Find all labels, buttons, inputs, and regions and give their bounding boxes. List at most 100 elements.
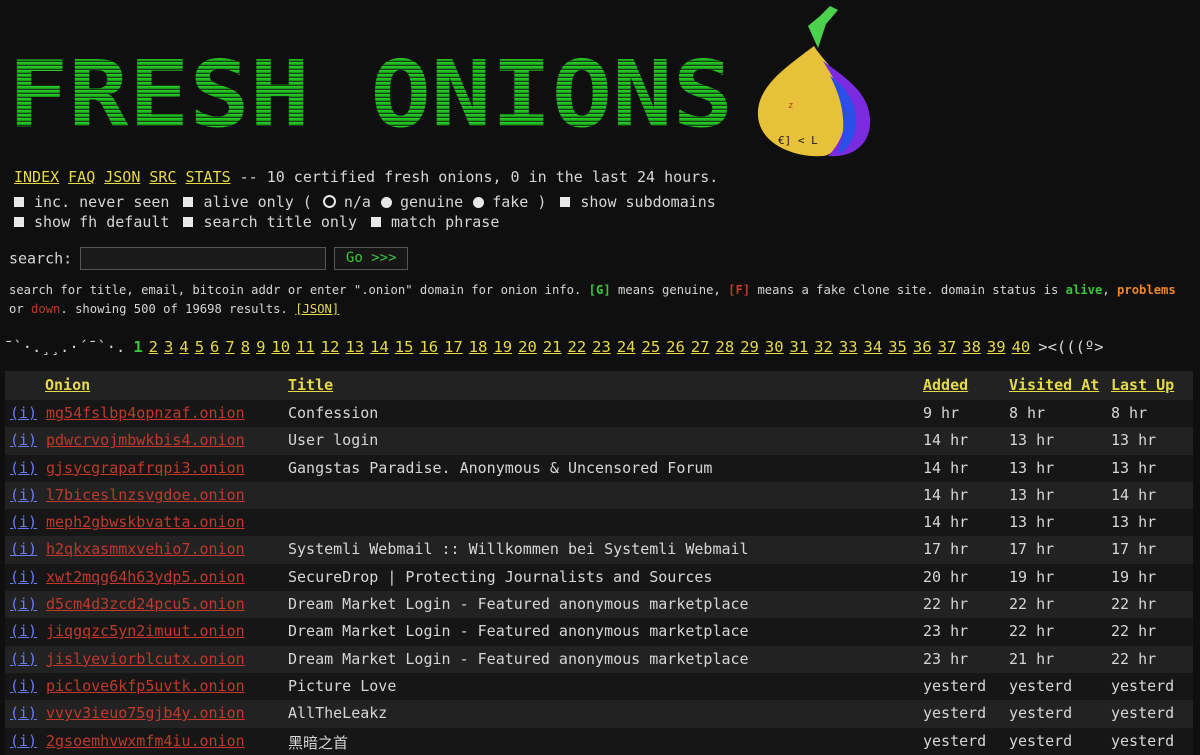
info-link[interactable]: (i) — [10, 513, 37, 531]
page-link[interactable]: 27 — [691, 338, 710, 356]
page-current: 1 — [133, 338, 143, 356]
onion-link[interactable]: pdwcrvojmbwkbis4.onion — [46, 431, 245, 449]
page-link[interactable]: 25 — [642, 338, 661, 356]
page-link[interactable]: 34 — [864, 338, 883, 356]
table-row: (i) gjsycgrapafrqpi3.onion Gangstas Paradi… — [5, 454, 1193, 482]
page-link[interactable]: 22 — [567, 338, 586, 356]
nav-link-json[interactable]: JSON — [104, 168, 140, 186]
page-link[interactable]: 21 — [543, 338, 562, 356]
last-up-time: 22 hr — [1111, 622, 1157, 641]
site-title: Picture Love — [288, 676, 397, 695]
onion-link[interactable]: jiqgqzc5yn2imuut.onion — [46, 622, 245, 640]
sort-added-header[interactable]: Added — [923, 376, 968, 394]
info-link[interactable]: (i) — [10, 595, 37, 613]
nav-link-faq[interactable]: FAQ — [68, 168, 95, 186]
info-link[interactable]: (i) — [10, 622, 37, 640]
page-link[interactable]: 28 — [716, 338, 735, 356]
onion-link[interactable]: mg54fslbp4opnzaf.onion — [46, 404, 245, 422]
site-title: SecureDrop | Protecting Journalists and … — [288, 567, 713, 586]
page-link[interactable]: 23 — [592, 338, 611, 356]
page-link[interactable]: 36 — [913, 338, 932, 356]
page-link[interactable]: 2 — [149, 338, 158, 356]
onion-link[interactable]: gjsycgrapafrqpi3.onion — [46, 459, 245, 477]
page-link[interactable]: 19 — [493, 338, 512, 356]
onion-link[interactable]: piclove6kfp5uvtk.onion — [46, 677, 245, 695]
info-link[interactable]: (i) — [10, 431, 37, 449]
info-link[interactable]: (i) — [10, 540, 37, 558]
info-link[interactable]: (i) — [10, 459, 37, 477]
page-link[interactable]: 33 — [839, 338, 858, 356]
page-link[interactable]: 35 — [888, 338, 907, 356]
onion-icon: €] < L z — [757, 6, 871, 157]
added-time: yesterd — [923, 704, 987, 723]
page-link[interactable]: 24 — [617, 338, 636, 356]
info-link[interactable]: (i) — [10, 486, 37, 504]
search-input[interactable] — [80, 247, 327, 270]
sort-visited-header[interactable]: Visited At — [1009, 376, 1099, 394]
page-link[interactable]: 14 — [370, 338, 389, 356]
page-link[interactable]: 38 — [962, 338, 981, 356]
sort-onion-header[interactable]: Onion — [45, 376, 90, 394]
page-link[interactable]: 37 — [938, 338, 957, 356]
info-link[interactable]: (i) — [10, 704, 37, 722]
show-fh-default-checkbox[interactable] — [14, 217, 24, 227]
table-row: (i) xwt2mqg64h63ydp5.onion SecureDrop | Pr… — [5, 563, 1193, 592]
site-title: Dream Market Login - Featured anonymous … — [288, 595, 749, 614]
nav-link-src[interactable]: SRC — [149, 168, 176, 186]
onion-link[interactable]: l7biceslnzsvgdoe.onion — [46, 486, 245, 504]
page-link[interactable]: 11 — [296, 338, 315, 356]
page-link[interactable]: 32 — [814, 338, 833, 356]
page-link[interactable]: 31 — [790, 338, 809, 356]
onion-link[interactable]: meph2gbwskbvatta.onion — [46, 513, 245, 531]
page-link[interactable]: 17 — [444, 338, 463, 356]
inc-never-seen-checkbox[interactable] — [14, 197, 24, 207]
page-link[interactable]: 16 — [419, 338, 438, 356]
onion-link[interactable]: xwt2mqg64h63ydp5.onion — [46, 568, 245, 586]
onion-link[interactable]: h2qkxasmmxvehio7.onion — [46, 540, 245, 558]
na-radio[interactable] — [322, 195, 336, 208]
page-link[interactable]: 40 — [1012, 338, 1031, 356]
match-phrase-checkbox[interactable] — [371, 217, 381, 227]
page-link[interactable]: 15 — [395, 338, 414, 356]
page-link[interactable]: 29 — [740, 338, 759, 356]
onion-link[interactable]: jislyeviorblcutx.onion — [46, 650, 245, 668]
page-link[interactable]: 3 — [164, 338, 173, 356]
go-button[interactable]: Go >>> — [334, 247, 409, 270]
onion-link[interactable]: d5cm4d3zcd24pcu5.onion — [46, 595, 245, 613]
page-link[interactable]: 39 — [987, 338, 1006, 356]
info-link[interactable]: (i) — [10, 404, 37, 422]
nav-link-stats[interactable]: STATS — [185, 168, 230, 186]
info-link[interactable]: (i) — [10, 650, 37, 668]
search-title-only-checkbox[interactable] — [183, 217, 194, 227]
sort-title-header[interactable]: Title — [288, 376, 333, 394]
sort-lastup-header[interactable]: Last Up — [1111, 376, 1174, 394]
page-link[interactable]: 18 — [469, 338, 488, 356]
genuine-radio[interactable] — [380, 197, 392, 208]
page-link[interactable]: 6 — [210, 338, 219, 356]
visited-time: 13 hr — [1009, 458, 1055, 477]
page-link[interactable]: 12 — [321, 338, 340, 356]
visited-time: yesterd — [1009, 676, 1073, 695]
page-link[interactable]: 10 — [271, 338, 290, 356]
nav-link-index[interactable]: INDEX — [14, 168, 59, 186]
last-up-time: yesterd — [1111, 704, 1175, 723]
page-link[interactable]: 7 — [225, 338, 234, 356]
alive-only-checkbox[interactable] — [183, 197, 194, 207]
page-link[interactable]: 30 — [765, 338, 784, 356]
page-link[interactable]: 8 — [241, 338, 250, 356]
page-link[interactable]: 5 — [195, 338, 204, 356]
page-link[interactable]: 13 — [345, 338, 364, 356]
page-link[interactable]: 20 — [518, 338, 537, 356]
info-link[interactable]: (i) — [10, 732, 37, 750]
info-link[interactable]: (i) — [10, 677, 37, 695]
page-link[interactable]: 4 — [179, 338, 188, 356]
onion-link[interactable]: 2gsoemhvwxmfm4iu.onion — [46, 732, 245, 750]
visited-time: 13 hr — [1009, 513, 1055, 532]
page-link[interactable]: 26 — [666, 338, 685, 356]
onion-link[interactable]: vvyv3ieuo75gjb4y.onion — [46, 704, 245, 722]
results-json-link[interactable]: [JSON] — [295, 302, 339, 316]
page-link[interactable]: 9 — [256, 338, 265, 356]
fake-radio[interactable] — [473, 197, 485, 208]
info-link[interactable]: (i) — [10, 568, 37, 586]
show-subdomains-checkbox[interactable] — [560, 197, 571, 207]
